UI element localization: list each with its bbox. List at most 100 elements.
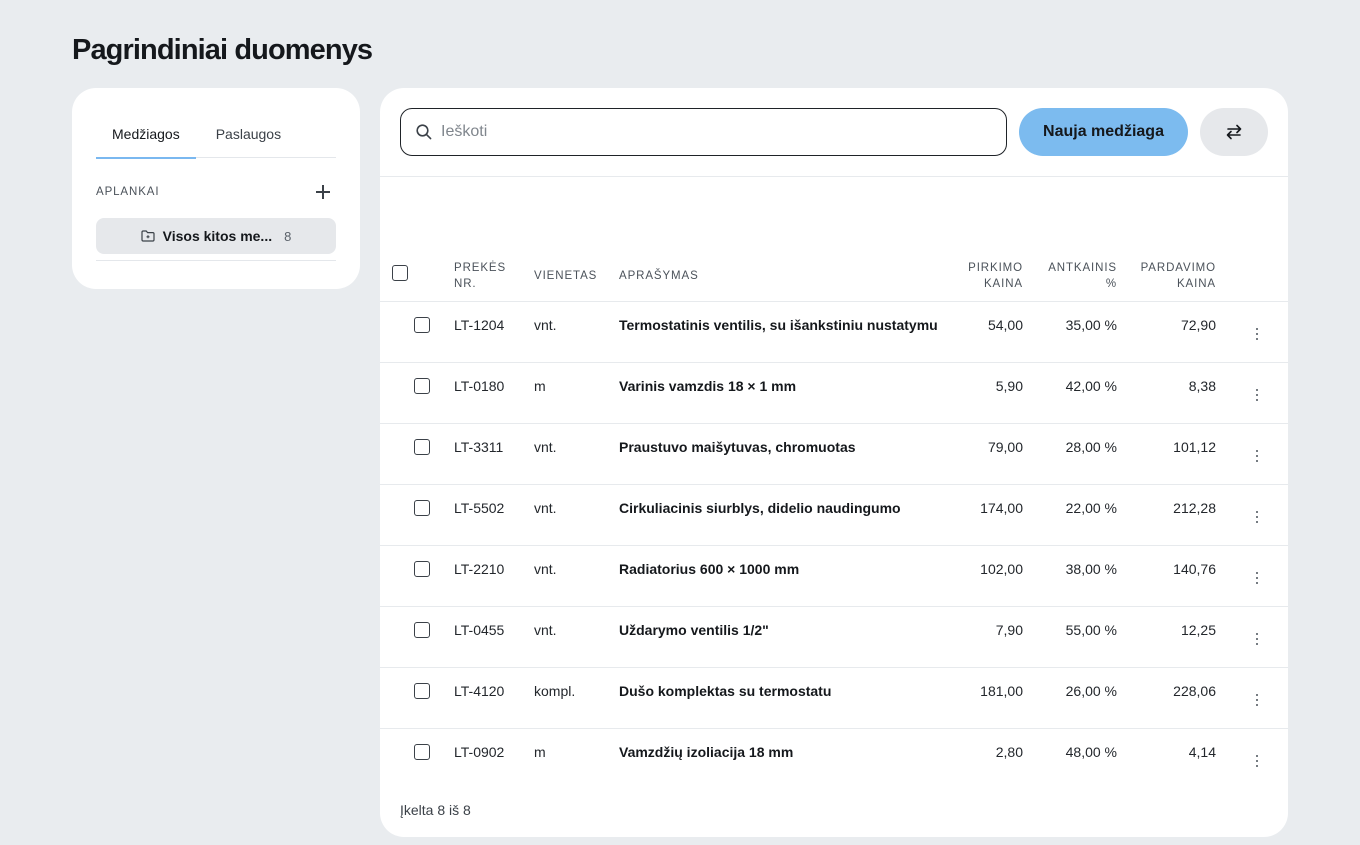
row-checkbox[interactable] [414,377,430,394]
more-options-icon[interactable] [1252,632,1262,645]
table-row[interactable]: LT-1204 vnt. Termostatinis ventilis, su … [380,301,1288,363]
unit: vnt. [534,423,619,485]
row-select-cell [380,606,454,668]
row-checkbox[interactable] [414,499,430,516]
item-nr: LT-2210 [454,545,534,607]
table-row[interactable]: LT-0902 m Vamzdžių izoliacija 18 mm 2,80… [380,728,1288,789]
table-header-row: PREKĖS NR. VIENETAS APRAŠYMAS PIRKIMO KA… [380,251,1288,302]
tab-materials[interactable]: Medžiagos [96,114,196,159]
sale-price: 12,25 [1117,606,1216,668]
description: Vamzdžių izoliacija 18 mm [619,743,794,760]
row-checkbox[interactable] [414,316,430,333]
row-checkbox[interactable] [414,438,430,455]
more-options-icon[interactable] [1252,693,1262,706]
purchase-price: 181,00 [951,667,1023,729]
more-options-icon[interactable] [1252,510,1262,523]
row-select-cell [380,362,454,424]
divider [96,260,336,261]
swap-arrows-icon [1226,124,1242,140]
row-checkbox[interactable] [414,621,430,638]
search-box[interactable] [400,108,1007,156]
purchase-price: 7,90 [951,606,1023,668]
item-nr: LT-0455 [454,606,534,668]
folder-item-all-other[interactable]: Visos kitos me... 8 [96,218,336,254]
description: Dušo komplektas su termostatu [619,667,951,729]
more-options-icon[interactable] [1252,327,1262,340]
markup: 35,00 % [1023,301,1117,363]
markup: 26,00 % [1023,667,1117,729]
purchase-price: 2,80 [995,743,1023,760]
header-markup[interactable]: ANTKAINIS % [1023,251,1117,302]
unit: m [534,743,546,760]
purchase-price: 54,00 [951,301,1023,363]
sale-price: 72,90 [1117,301,1216,363]
table-row[interactable]: LT-2210 vnt. Radiatorius 600 × 1000 mm 1… [380,545,1288,607]
header-item-nr[interactable]: PREKĖS NR. [454,251,534,302]
row-actions-cell [1216,545,1288,607]
more-options-icon[interactable] [1252,449,1262,462]
new-material-button[interactable]: Nauja medžiaga [1019,108,1188,156]
description: Uždarymo ventilis 1/2" [619,606,951,668]
sale-price: 228,06 [1117,667,1216,729]
row-select-cell [380,667,454,729]
row-select-cell [380,484,454,546]
folders-panel: Medžiagos Paslaugos APLANKAI Visos kitos… [72,88,360,289]
tab-services[interactable]: Paslaugos [200,114,297,158]
row-actions-cell [1216,362,1288,424]
page-title: Pagrindiniai duomenys [72,34,373,66]
item-nr: LT-0902 [454,743,505,760]
row-select-cell [380,301,454,363]
item-nr: LT-4120 [454,667,534,729]
unit: kompl. [534,667,619,729]
markup: 28,00 % [1023,423,1117,485]
row-checkbox[interactable] [414,743,430,760]
table-row[interactable]: LT-5502 vnt. Cirkuliacinis siurblys, did… [380,484,1288,546]
table-row[interactable]: LT-3311 vnt. Praustuvo maišytuvas, chrom… [380,423,1288,485]
more-options-icon[interactable] [1252,571,1262,584]
unit: vnt. [534,301,619,363]
markup: 22,00 % [1023,484,1117,546]
row-actions-cell [1216,667,1288,729]
toolbar: Nauja medžiaga [380,88,1288,177]
swap-button[interactable] [1200,108,1268,156]
description: Varinis vamzdis 18 × 1 mm [619,362,951,424]
sale-price: 8,38 [1117,362,1216,424]
search-input[interactable] [441,123,981,141]
table-row[interactable]: LT-0455 vnt. Uždarymo ventilis 1/2" 7,90… [380,606,1288,668]
folder-icon [141,230,155,242]
unit: m [534,362,619,424]
row-actions-cell [1216,423,1288,485]
more-options-icon[interactable] [1252,388,1262,401]
purchase-price: 174,00 [951,484,1023,546]
unit: vnt. [534,606,619,668]
row-checkbox[interactable] [414,560,430,577]
item-nr: LT-0180 [454,362,534,424]
select-all-checkbox[interactable] [392,265,408,282]
search-icon [416,124,432,140]
sale-price: 140,76 [1117,545,1216,607]
row-select-cell [380,728,454,789]
purchase-price: 79,00 [951,423,1023,485]
markup: 38,00 % [1023,545,1117,607]
table-row[interactable]: LT-4120 kompl. Dušo komplektas su termos… [380,667,1288,729]
row-checkbox[interactable] [414,682,430,699]
sale-price: 212,28 [1117,484,1216,546]
table-row[interactable]: LT-0180 m Varinis vamzdis 18 × 1 mm 5,90… [380,362,1288,424]
markup: 48,00 % [1065,743,1117,760]
purchase-price: 5,90 [951,362,1023,424]
header-purchase-price[interactable]: PIRKIMO KAINA [951,251,1023,302]
header-unit[interactable]: VIENETAS [534,251,619,302]
folder-name: Visos kitos me... [162,228,273,244]
folders-header: APLANKAI [96,182,336,202]
header-description[interactable]: APRAŠYMAS [619,251,951,302]
markup: 55,00 % [1023,606,1117,668]
row-select-cell [380,545,454,607]
header-actions [1216,251,1288,302]
row-actions-cell [1216,606,1288,668]
materials-table: PREKĖS NR. VIENETAS APRAŠYMAS PIRKIMO KA… [380,251,1288,789]
add-folder-plus-icon[interactable] [313,182,333,202]
more-options-icon[interactable] [1252,754,1262,767]
unit: vnt. [534,484,619,546]
loaded-count: Įkelta 8 iš 8 [400,802,471,818]
header-sale-price[interactable]: PARDAVIMO KAINA [1117,251,1216,302]
